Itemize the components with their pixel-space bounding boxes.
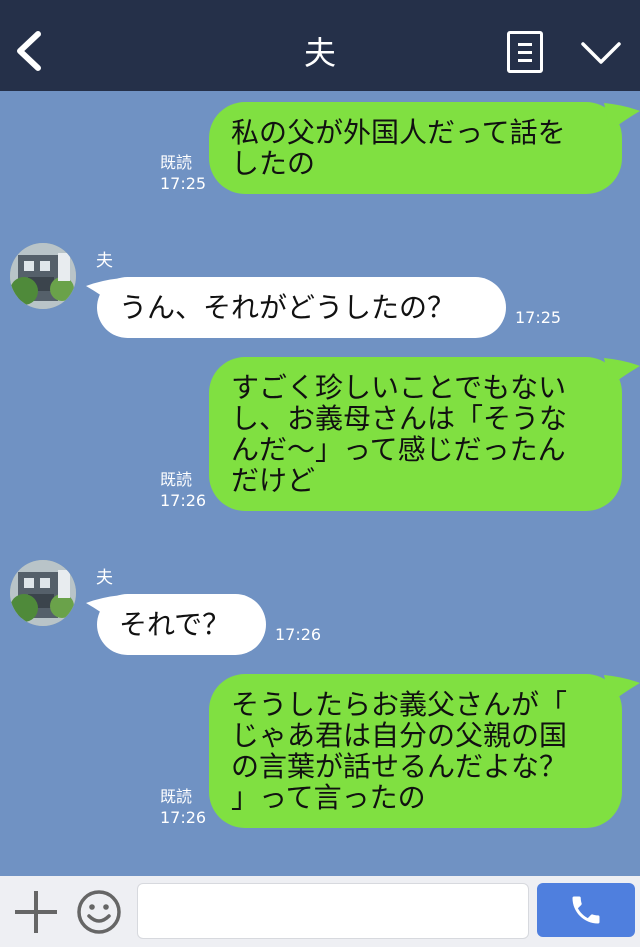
- chat-header: 夫: [0, 0, 640, 91]
- read-label: 既読: [160, 470, 193, 489]
- message-text-line: の言葉が話せるんだよな？: [231, 750, 568, 783]
- message-text-line: そうしたらお義父さんが「: [231, 688, 568, 721]
- message-time: 17:25: [515, 308, 562, 327]
- avatar-image: [10, 243, 76, 309]
- call-button[interactable]: [537, 883, 635, 937]
- message-bubble-incoming[interactable]: うん、それがどうしたの？: [97, 277, 506, 338]
- message-text-line: すごく珍しいことでもない: [231, 371, 567, 404]
- bubble-tail: [604, 675, 640, 703]
- read-receipt: 既読 17:26: [160, 469, 206, 511]
- message-input[interactable]: [137, 883, 529, 939]
- input-bar: [0, 876, 640, 947]
- notes-icon[interactable]: [507, 31, 543, 73]
- message-text: それで？: [119, 608, 231, 641]
- avatar[interactable]: [10, 560, 76, 626]
- message-text-line: 」って言ったの: [231, 781, 426, 814]
- message-text-line: したの: [231, 147, 316, 180]
- message-text-line: し、お義母さんは「そうな: [231, 402, 568, 435]
- read-receipt: 既読 17:25: [160, 152, 206, 194]
- bubble-tail: [604, 103, 640, 131]
- chevron-down-icon[interactable]: [580, 40, 622, 66]
- message-text-line: じゃあ君は自分の父親の国: [231, 719, 568, 752]
- phone-icon: [572, 896, 600, 924]
- plus-icon[interactable]: [15, 891, 57, 933]
- message-text: うん、それがどうしたの？: [119, 291, 456, 324]
- message-time: 17:26: [275, 625, 322, 644]
- sender-name: 夫: [96, 568, 113, 588]
- message-bubble-incoming[interactable]: それで？: [97, 594, 266, 655]
- smiley-icon[interactable]: [76, 889, 122, 935]
- message-text-line: だけど: [231, 464, 316, 497]
- sender-name: 夫: [96, 251, 113, 271]
- avatar-image: [10, 560, 76, 626]
- message-bubble-outgoing[interactable]: 私の父が外国人だって話を したの: [209, 102, 622, 194]
- message-time: 17:26: [160, 491, 207, 510]
- message-text-line: 私の父が外国人だって話を: [231, 116, 566, 149]
- bubble-tail: [604, 358, 640, 386]
- avatar[interactable]: [10, 243, 76, 309]
- read-label: 既読: [160, 787, 193, 806]
- message-time: 17:26: [160, 808, 207, 827]
- read-label: 既読: [160, 153, 193, 172]
- message-bubble-outgoing[interactable]: すごく珍しいことでもない し、お義母さんは「そうな んだ～」って感じだったん だ…: [209, 357, 622, 511]
- message-bubble-outgoing[interactable]: そうしたらお義父さんが「 じゃあ君は自分の父親の国 の言葉が話せるんだよな？ 」…: [209, 674, 622, 828]
- message-text-line: んだ～」って感じだったん: [231, 433, 566, 466]
- read-receipt: 既読 17:26: [160, 786, 206, 828]
- chat-title: 夫: [303, 34, 336, 72]
- message-time: 17:25: [160, 174, 207, 193]
